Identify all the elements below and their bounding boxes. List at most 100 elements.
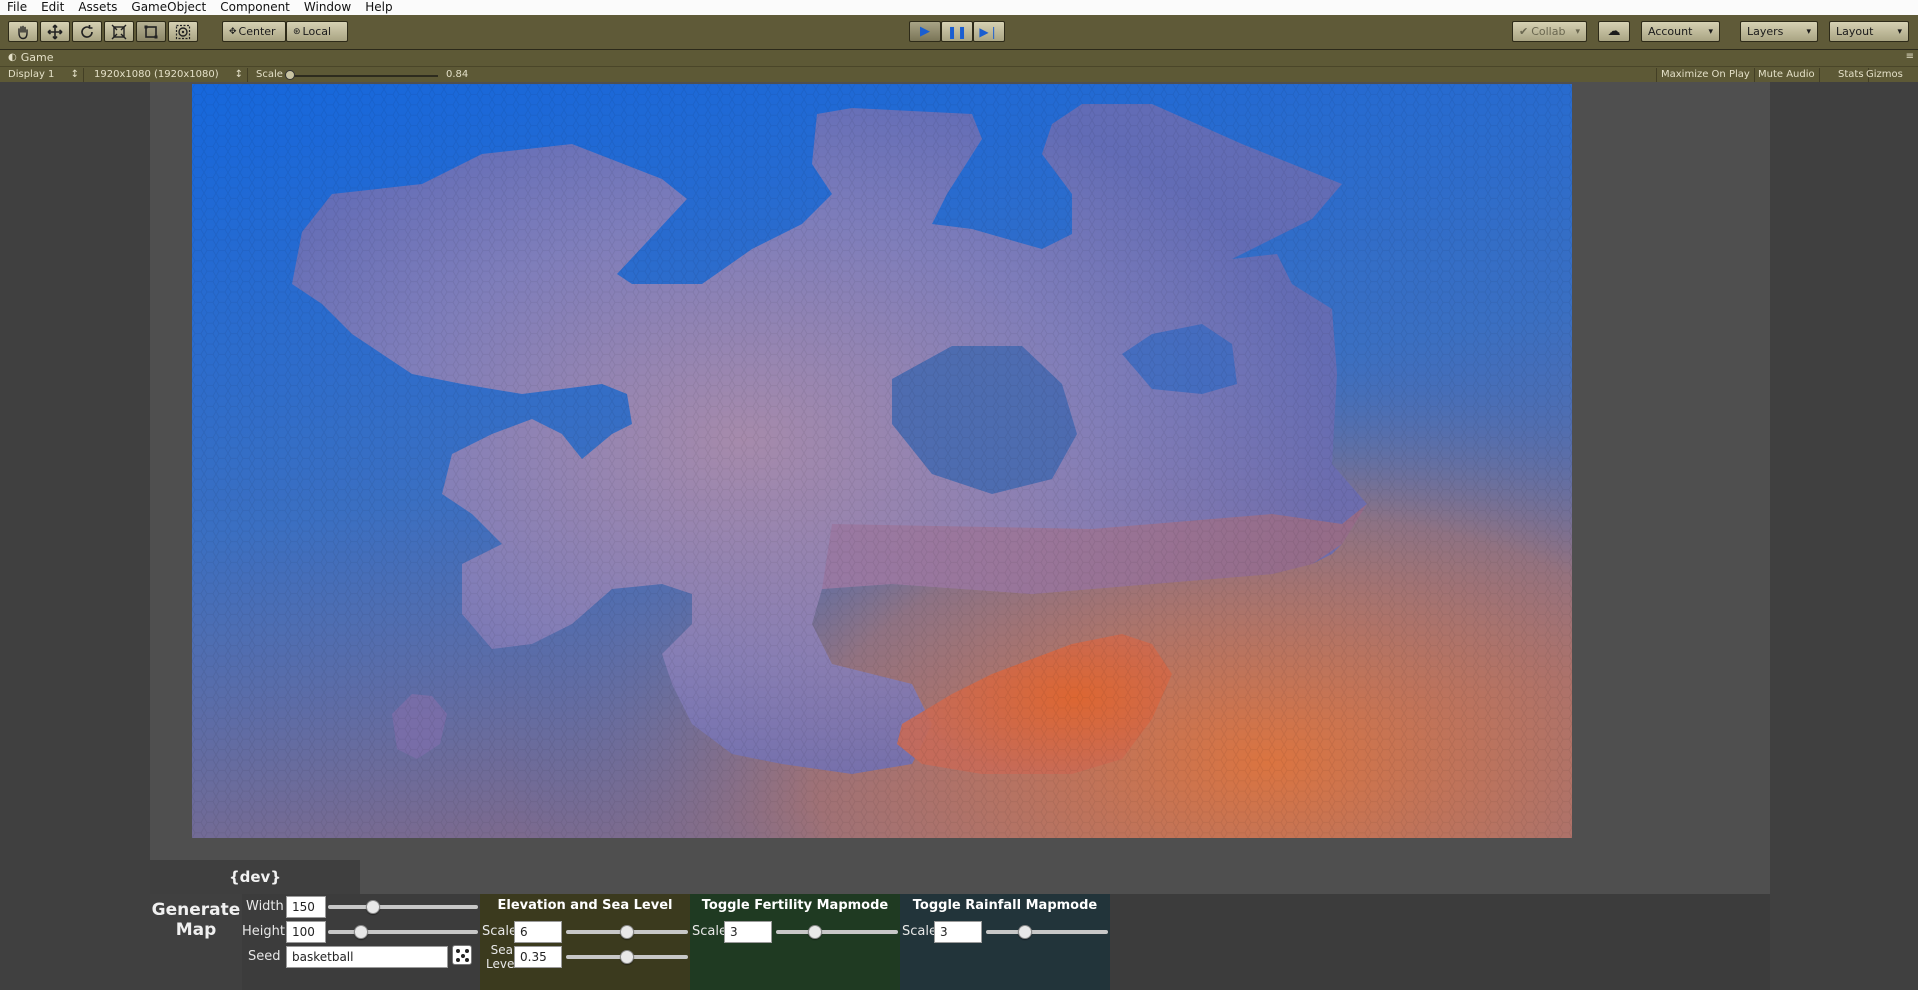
sea-label-line2: Level <box>486 957 518 971</box>
scale-slider-track[interactable] <box>290 75 438 77</box>
rect-tool-button[interactable] <box>136 21 166 42</box>
game-view-toolbar: Display 1 ↕ 1920x1080 (1920x1080) ↕ Scale … <box>0 66 1918 82</box>
rainfall-mapmode-button[interactable]: Toggle Rainfall Mapmode <box>900 894 1110 918</box>
rotate-tool-button[interactable] <box>72 21 102 42</box>
height-field[interactable]: 100 <box>286 921 326 943</box>
main-toolbar: ✥ Center ⊛ Local ▶ ❚❚ ▶❘ ✔ Collab ☁ Acco… <box>0 15 1918 50</box>
sea-level-slider-thumb[interactable] <box>620 950 634 964</box>
seed-label: Seed <box>248 949 281 964</box>
space-label: Local <box>302 25 332 38</box>
sea-level-label: Sea Level <box>486 943 518 971</box>
height-slider-track[interactable] <box>328 930 478 934</box>
scale-slider-thumb[interactable] <box>285 70 295 80</box>
play-button[interactable]: ▶ <box>909 21 941 42</box>
menu-component[interactable]: Component <box>213 0 297 15</box>
game-icon: ◐ <box>8 52 17 63</box>
pause-button[interactable]: ❚❚ <box>941 21 973 42</box>
menu-edit[interactable]: Edit <box>34 0 71 15</box>
local-space-icon: ⊛ <box>293 26 301 37</box>
height-slider-thumb[interactable] <box>354 925 368 939</box>
elevation-scale-field[interactable]: 6 <box>514 921 562 943</box>
rainfall-scale-label: Scale <box>902 924 937 939</box>
width-slider-thumb[interactable] <box>366 900 380 914</box>
rainfall-scale-slider-thumb[interactable] <box>1018 925 1033 939</box>
rainfall-section: Toggle Rainfall Mapmode Scale 3 <box>900 894 1110 990</box>
generate-label-line2: Map <box>175 920 217 940</box>
account-dropdown[interactable]: Account <box>1641 21 1720 42</box>
resolution-label: 1920x1080 (1920x1080) <box>94 69 219 80</box>
pause-icon: ❚❚ <box>946 24 968 39</box>
height-label: Height <box>242 924 285 939</box>
elevation-section: Elevation and Sea Level Scale 6 Sea Leve… <box>480 894 690 990</box>
game-canvas <box>150 82 1770 990</box>
gizmos-dropdown[interactable]: Gizmos <box>1862 68 1907 82</box>
step-button[interactable]: ▶❘ <box>973 21 1005 42</box>
layers-dropdown[interactable]: Layers <box>1740 21 1818 42</box>
updown-icon: ↕ <box>70 69 79 80</box>
fertility-scale-slider-track[interactable] <box>776 930 898 934</box>
menu-file[interactable]: File <box>0 0 34 15</box>
fertility-mapmode-button[interactable]: Toggle Fertility Mapmode <box>690 894 900 918</box>
pivot-local-button[interactable]: ⊛ Local <box>286 21 348 42</box>
dev-label: {dev} <box>150 860 360 894</box>
resolution-dropdown[interactable]: 1920x1080 (1920x1080) ↕ <box>90 68 248 82</box>
elevation-scale-label: Scale <box>482 924 517 939</box>
transform-tool-button[interactable] <box>168 21 198 42</box>
menu-help[interactable]: Help <box>358 0 399 15</box>
elevation-scale-slider-thumb[interactable] <box>620 925 634 939</box>
display-dropdown[interactable]: Display 1 ↕ <box>4 68 84 82</box>
move-icon <box>47 24 63 39</box>
layout-label: Layout <box>1836 25 1874 38</box>
tab-menu-icon[interactable]: ≡ <box>1906 51 1914 62</box>
scale-tool-button[interactable] <box>104 21 134 42</box>
pivot-center-button[interactable]: ✥ Center <box>222 21 286 42</box>
pivot-label: Center <box>238 25 276 38</box>
menu-window[interactable]: Window <box>297 0 358 15</box>
sea-level-field[interactable]: 0.35 <box>514 946 562 968</box>
mute-audio-toggle[interactable]: Mute Audio <box>1754 68 1820 82</box>
game-tab-title: Game <box>20 51 54 64</box>
fertility-scale-slider-thumb[interactable] <box>808 925 823 939</box>
fertility-scale-label: Scale <box>692 924 727 939</box>
play-icon: ▶ <box>920 24 930 39</box>
rainfall-scale-field[interactable]: 3 <box>934 921 982 943</box>
scale-icon <box>111 24 127 39</box>
seed-field[interactable]: basketball <box>286 946 448 968</box>
check-icon: ✔ <box>1519 25 1529 38</box>
account-label: Account <box>1648 25 1693 38</box>
menu-bar: File Edit Assets GameObject Component Wi… <box>0 0 1918 15</box>
game-view <box>0 82 1918 990</box>
hex-map-graphic <box>192 84 1572 838</box>
width-label: Width <box>246 899 284 914</box>
hex-map[interactable] <box>192 84 1572 838</box>
fertility-scale-field[interactable]: 3 <box>724 921 772 943</box>
randomize-dice-icon[interactable] <box>452 945 472 965</box>
scale-value: 0.84 <box>446 69 469 80</box>
menu-assets[interactable]: Assets <box>71 0 124 15</box>
rotate-icon <box>81 24 93 38</box>
hand-icon <box>18 25 28 39</box>
collab-dropdown[interactable]: ✔ Collab <box>1512 21 1587 42</box>
rect-transform-icon <box>144 25 158 38</box>
map-generation-panel: Generate Map Width 150 Height 100 Seed b… <box>150 894 1770 990</box>
move-tool-button[interactable] <box>40 21 70 42</box>
rainfall-scale-slider-track[interactable] <box>986 930 1108 934</box>
game-tab[interactable]: ◐ Game <box>8 51 53 64</box>
collab-label: Collab <box>1531 25 1566 38</box>
layout-dropdown[interactable]: Layout <box>1829 21 1909 42</box>
maximize-on-play-toggle[interactable]: Maximize On Play <box>1656 68 1755 82</box>
display-label: Display 1 <box>8 69 55 80</box>
sea-label-line1: Sea <box>490 943 514 957</box>
width-field[interactable]: 150 <box>286 896 326 918</box>
menu-gameobject[interactable]: GameObject <box>124 0 213 15</box>
elevation-mapmode-button[interactable]: Elevation and Sea Level <box>480 894 690 918</box>
scale-label: Scale <box>256 69 283 80</box>
generate-label-line1: Generate <box>151 900 241 920</box>
width-slider-track[interactable] <box>328 905 478 909</box>
transform-icon <box>175 24 191 39</box>
game-tab-bar: ◐ Game ≡ <box>0 50 1918 66</box>
hand-tool-button[interactable] <box>8 21 38 42</box>
generate-map-button[interactable]: Generate Map <box>150 894 242 990</box>
updown-icon: ↕ <box>234 69 243 80</box>
cloud-button[interactable]: ☁ <box>1598 21 1630 42</box>
